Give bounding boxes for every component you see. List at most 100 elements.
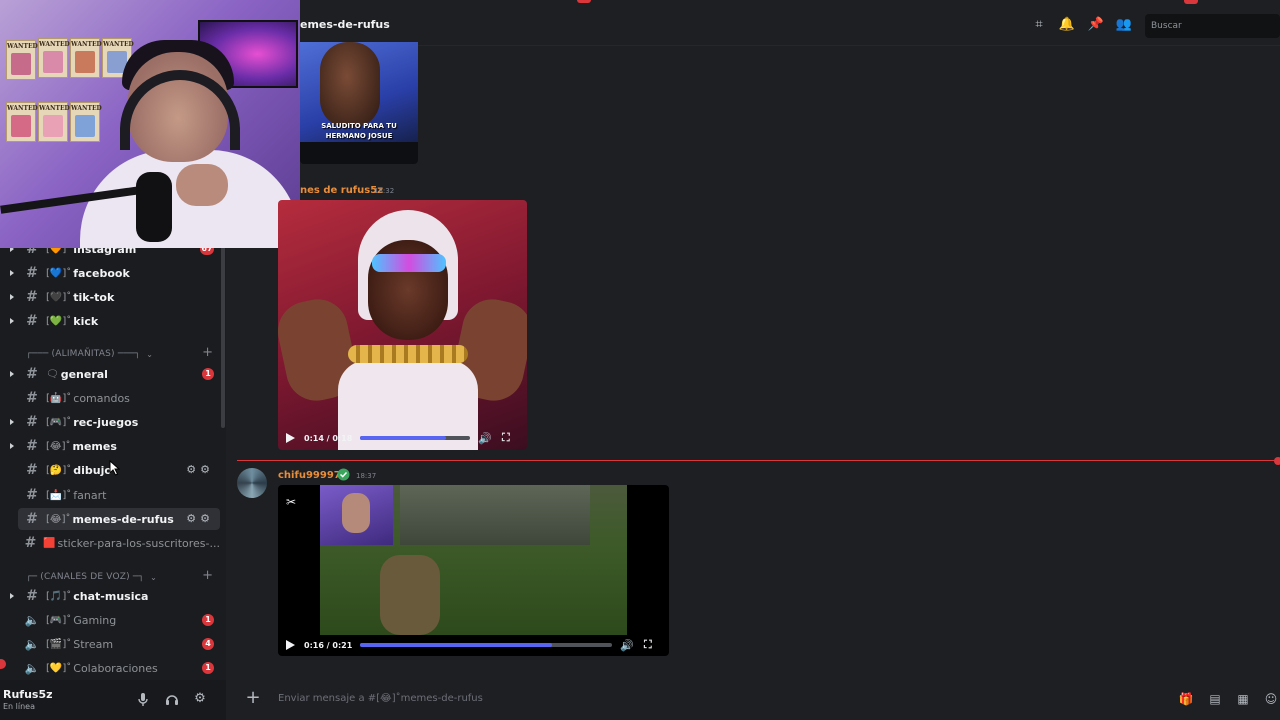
chevron-right-icon <box>10 270 14 276</box>
speaker-icon: 🔈 <box>24 661 40 675</box>
mouse-cursor-icon <box>109 459 121 476</box>
member-list-icon[interactable]: 👥 <box>1115 16 1133 34</box>
sidebar-scrollbar[interactable] <box>221 245 225 428</box>
voice-channel-gaming[interactable]: 🔈 [🎮]˚ Gaming 1 <box>18 609 220 631</box>
channel-kick[interactable]: # [💚]˚ kick <box>10 310 220 332</box>
category-canales-de-voz[interactable]: ┌─ (CANALES DE VOZ) ─┐ ⌄ + <box>26 568 216 584</box>
channel-rec-juegos[interactable]: # [🎮]˚ rec-juegos <box>10 411 220 433</box>
channel-general[interactable]: # 🗨 general 1 <box>10 363 220 385</box>
hash-icon: # <box>26 313 38 329</box>
message-timestamp: 18:32 <box>374 187 395 195</box>
threads-icon[interactable]: ⌗ <box>1030 16 1048 34</box>
voice-channel-stream[interactable]: 🔈 [🎬]˚ Stream 4 <box>18 633 220 655</box>
search-input[interactable]: Buscar <box>1145 14 1280 38</box>
add-channel-icon[interactable]: + <box>202 345 213 360</box>
hash-icon: # <box>24 535 37 551</box>
avatar[interactable] <box>237 468 267 498</box>
video-thumbnail[interactable]: SALUDITO PARA TU HERMANO JOSUE <box>300 42 418 164</box>
inbox-badge <box>1184 0 1198 4</box>
headphones-icon[interactable] <box>163 690 181 708</box>
fullscreen-icon[interactable]: ⛶ <box>502 431 510 445</box>
category-label: ┌─ (CANALES DE VOZ) ─┐ <box>26 572 145 582</box>
channel-header: emes-de-rufus ⌗ 🔔 📌 👥 Buscar <box>300 0 1280 46</box>
play-icon[interactable] <box>284 639 296 651</box>
channel-name: Stream <box>73 637 114 651</box>
wanted-poster: WANTED <box>6 102 38 142</box>
fullscreen-icon[interactable]: ⛶ <box>644 638 652 652</box>
attach-plus-icon[interactable]: + <box>244 689 262 707</box>
channel-emoji: 🎮 <box>49 614 63 626</box>
hash-icon: # <box>26 414 38 430</box>
pin-icon[interactable]: 📌 <box>1087 16 1105 34</box>
channel-name: kick <box>73 314 99 328</box>
category-alimanitas[interactable]: ┌─── (ALIMAÑITAS) ───┐ ⌄ + <box>26 345 216 361</box>
gift-icon[interactable]: 🎁 <box>1178 691 1194 707</box>
video-progress-fill <box>360 643 552 647</box>
channel-sticker[interactable]: # 🟥 sticker-para-los-suscritores-... <box>18 532 220 554</box>
channel-memes[interactable]: # [😂]˚ memes <box>10 435 220 457</box>
channel-name: chat-musica <box>73 589 149 603</box>
channel-tik-tok[interactable]: # [🖤]˚ tik-tok <box>10 286 220 308</box>
channel-emoji: 📩 <box>49 489 63 501</box>
facecam-person <box>342 493 370 533</box>
capcut-icon: ✂ <box>286 495 297 509</box>
username[interactable]: Rufus5z <box>3 688 53 701</box>
hash-icon: # <box>26 588 38 604</box>
volume-icon[interactable]: 🔊 <box>620 639 634 652</box>
channel-emoji: 💛 <box>49 662 63 674</box>
emoji-icon[interactable]: ☺ <box>1263 691 1279 707</box>
channel-emoji: 🗨 <box>46 368 59 380</box>
hash-icon: # <box>26 390 38 406</box>
message-input[interactable]: Enviar mensaje a #[😂]˚memes-de-rufus <box>278 693 483 704</box>
notification-bell-icon[interactable]: 🔔 <box>1058 16 1076 34</box>
microphone-graphic <box>136 172 172 242</box>
wanted-poster: WANTED <box>6 40 38 80</box>
hash-icon: # <box>26 462 38 478</box>
channel-name: memes-de-rufus <box>72 512 174 526</box>
add-channel-icon[interactable]: + <box>202 568 213 583</box>
channel-facebook[interactable]: # [💙]˚ facebook <box>10 262 220 284</box>
play-icon[interactable] <box>284 432 296 444</box>
video-attachment[interactable]: ✂ <box>278 485 669 656</box>
wanted-poster: WANTED <box>70 38 102 78</box>
video-attachment[interactable] <box>278 200 527 450</box>
gif-icon[interactable]: ▤ <box>1207 691 1223 707</box>
thumbnail-person <box>320 42 380 128</box>
video-progress-bar[interactable] <box>360 436 471 440</box>
streamer-hand <box>176 164 228 206</box>
facecam-inset <box>320 485 393 545</box>
channel-emoji: 🖤 <box>49 291 63 303</box>
channel-chat-musica[interactable]: # [🎵]˚ chat-musica <box>10 585 220 607</box>
channel-emoji: 🎮 <box>49 416 63 428</box>
discord-window: # [🧡]˚ instagram 67 # [💙]˚ facebook # [🖤… <box>0 0 1280 720</box>
channel-name: tik-tok <box>73 290 115 304</box>
game-rock <box>400 485 590 545</box>
channel-settings-icons[interactable]: ⚙⚙ <box>186 512 214 525</box>
video-progress-bar[interactable] <box>360 643 613 647</box>
video-controls: 0:16 / 0:21 🔊 ⛶ <box>284 635 664 655</box>
hash-icon: # <box>26 265 38 281</box>
channel-emoji: 😂 <box>49 513 62 525</box>
microphone-icon[interactable] <box>134 690 152 708</box>
channel-name: comandos <box>73 391 130 405</box>
settings-gear-icon[interactable]: ⚙ <box>191 690 209 708</box>
channel-comandos[interactable]: # [🤖]˚ comandos <box>18 387 220 409</box>
chevron-right-icon <box>10 419 14 425</box>
message-timestamp: 18:37 <box>356 472 377 480</box>
volume-icon[interactable]: 🔊 <box>478 432 492 445</box>
channel-fanart[interactable]: # [📩]˚ fanart <box>18 484 220 506</box>
speaker-icon: 🔈 <box>24 637 40 651</box>
message-author[interactable]: chifu99997 <box>278 470 341 481</box>
message-author[interactable]: nes de rufus5z <box>300 185 383 196</box>
verified-badge-icon <box>337 468 350 481</box>
hash-icon: # <box>26 487 38 503</box>
channel-title: emes-de-rufus <box>300 18 390 31</box>
channel-settings-icons[interactable]: ⚙⚙ <box>186 463 214 476</box>
channel-memes-de-rufus[interactable]: # [😂]˚ memes-de-rufus ⚙⚙ <box>18 508 220 530</box>
sticker-icon[interactable]: ▦ <box>1235 691 1251 707</box>
voice-channel-colaboraciones[interactable]: 🔈 [💛]˚ Colaboraciones 1 <box>18 657 220 679</box>
mention-badge: 1 <box>202 368 214 380</box>
speaker-icon: 🔈 <box>24 613 40 627</box>
category-label: ┌─── (ALIMAÑITAS) ───┐ <box>26 349 141 359</box>
channel-name: Gaming <box>73 613 117 627</box>
